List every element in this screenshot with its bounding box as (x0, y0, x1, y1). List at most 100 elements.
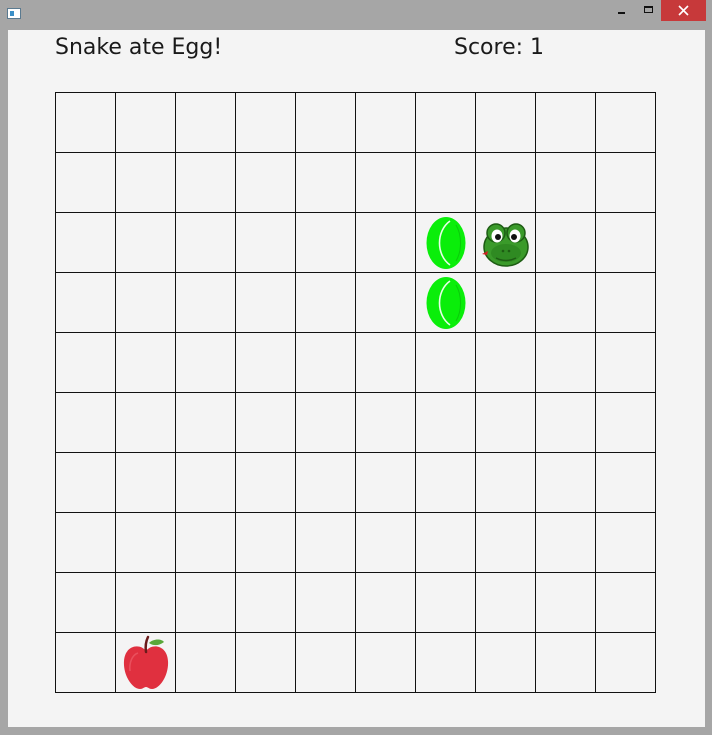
board-cell (535, 572, 596, 633)
board-cell (235, 572, 296, 633)
board-cell (535, 452, 596, 513)
board-cell (355, 512, 416, 573)
board-cell (295, 452, 356, 513)
snake-body-segment (416, 213, 476, 273)
board-cell (595, 152, 656, 213)
board-cell (535, 212, 596, 273)
snake-body-segment (416, 273, 476, 333)
board-cell (535, 632, 596, 693)
apple-icon (123, 635, 169, 689)
board-cell (595, 272, 656, 333)
board-cell (55, 272, 116, 333)
board-cell (235, 512, 296, 573)
board-cell (475, 452, 536, 513)
board-cell (355, 152, 416, 213)
board-cell (595, 392, 656, 453)
game-board[interactable] (55, 92, 656, 693)
board-cell (475, 512, 536, 573)
board-cell (535, 332, 596, 393)
board-cell (295, 392, 356, 453)
board-cell (355, 392, 416, 453)
board-cell (175, 152, 236, 213)
board-cell (595, 572, 656, 633)
board-cell (415, 392, 476, 453)
board-cell (55, 452, 116, 513)
board-cell (595, 212, 656, 273)
board-cell (175, 92, 236, 153)
board-cell (415, 512, 476, 573)
board-cell (475, 92, 536, 153)
board-cell (535, 152, 596, 213)
board-cell (55, 332, 116, 393)
board-cell (55, 392, 116, 453)
board-cell (175, 452, 236, 513)
snake-body-icon (426, 217, 466, 269)
board-cell (415, 332, 476, 393)
board-cell (295, 92, 356, 153)
board-cell (295, 512, 356, 573)
app-window: Snake ate Egg! Score: 1 (0, 0, 712, 735)
board-cell (595, 512, 656, 573)
board-cell (475, 152, 536, 213)
board-cell (55, 152, 116, 213)
board-cell (235, 392, 296, 453)
title-bar[interactable] (0, 0, 712, 29)
board-cell (475, 572, 536, 633)
board-cell (175, 572, 236, 633)
board-cell (415, 632, 476, 693)
board-cell (415, 452, 476, 513)
board-cell (175, 512, 236, 573)
board-cell (115, 92, 176, 153)
board-cell (235, 212, 296, 273)
board-cell (535, 272, 596, 333)
board-cell (295, 632, 356, 693)
board-cell (535, 512, 596, 573)
board-cell (475, 632, 536, 693)
board-cell (475, 392, 536, 453)
board-cell (415, 572, 476, 633)
app-icon[interactable] (7, 8, 21, 19)
board-cell (535, 92, 596, 153)
game-area: Snake ate Egg! Score: 1 (8, 30, 705, 727)
board-cell (355, 272, 416, 333)
board-cell (295, 572, 356, 633)
board-cell (355, 632, 416, 693)
board-cell (355, 572, 416, 633)
board-cell (55, 212, 116, 273)
board-cell (55, 512, 116, 573)
board-cell (55, 572, 116, 633)
board-cell (295, 152, 356, 213)
apple-food (116, 633, 176, 693)
board-cell (355, 92, 416, 153)
board-cell (355, 452, 416, 513)
board-cell (235, 152, 296, 213)
board-cell (115, 452, 176, 513)
board-cell (175, 272, 236, 333)
board-cell (415, 152, 476, 213)
close-button[interactable] (661, 0, 706, 21)
snake-body-icon (426, 277, 466, 329)
board-cell (475, 332, 536, 393)
board-cell (235, 632, 296, 693)
snake-head-icon (482, 223, 529, 267)
board-cell (115, 392, 176, 453)
board-cell (235, 332, 296, 393)
minimize-button[interactable] (608, 0, 634, 21)
maximize-button[interactable] (635, 0, 661, 21)
board-cell (115, 152, 176, 213)
board-cell (595, 452, 656, 513)
board-cell (115, 332, 176, 393)
board-cell (55, 632, 116, 693)
board-cell (535, 392, 596, 453)
board-cell (355, 212, 416, 273)
close-icon (678, 5, 689, 16)
board-cell (415, 92, 476, 153)
board-cell (235, 452, 296, 513)
board-cell (55, 92, 116, 153)
board-cell (295, 272, 356, 333)
board-cell (115, 572, 176, 633)
score-label: Score: 1 (454, 35, 545, 60)
board-cell (595, 92, 656, 153)
board-cell (355, 332, 416, 393)
board-cell (175, 212, 236, 273)
